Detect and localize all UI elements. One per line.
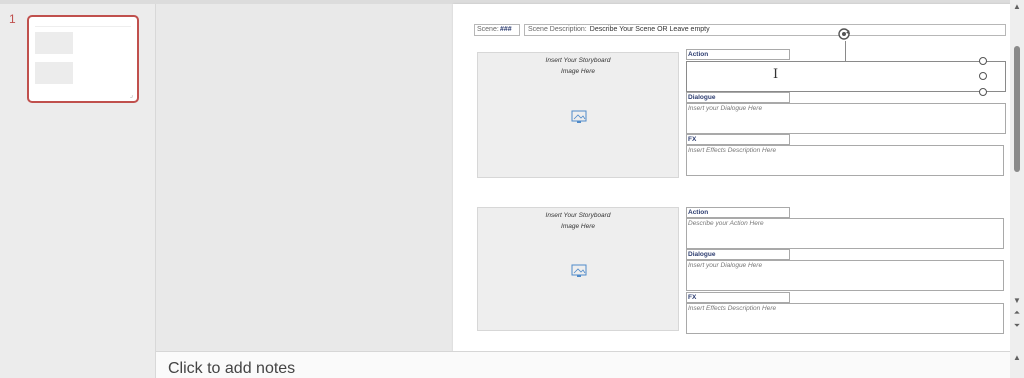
dialogue-label: Dialogue (686, 249, 790, 260)
previous-slide-icon[interactable]: ⏶ (1013, 309, 1021, 317)
thumbnail-resize-mark: ⌟ (129, 92, 133, 99)
text-cursor-icon: I (773, 67, 779, 82)
storyboard-image-placeholder[interactable]: Insert Your Storyboard Image Here (477, 207, 679, 331)
storyboard-image-placeholder[interactable]: Insert Your Storyboard Image Here (477, 52, 679, 178)
notes-scrollbar[interactable]: ▲ (1010, 351, 1024, 378)
action-field[interactable]: Describe your Action Here (686, 218, 1004, 249)
scene-label: Scene: (477, 26, 499, 33)
action-label: Action (686, 207, 790, 218)
slide-thumbnails-pane[interactable]: 1 ⌟ (0, 4, 156, 378)
fx-label: FX (686, 292, 790, 303)
picture-icon[interactable] (571, 110, 587, 124)
dialogue-label: Dialogue (686, 92, 790, 103)
notes-placeholder[interactable]: Click to add notes (168, 360, 295, 378)
scroll-up-icon[interactable]: ▲ (1013, 3, 1021, 11)
slide-number: 1 (9, 12, 16, 26)
resize-handle[interactable] (979, 57, 987, 65)
slide-editor-area[interactable]: Scene: ### Scene Description: Describe Yo… (157, 4, 1024, 355)
thumbnail-divider (35, 26, 131, 27)
notes-scroll-up-icon[interactable]: ▲ (1013, 353, 1021, 362)
scene-description-label: Scene Description: (528, 26, 587, 33)
notes-pane[interactable]: Click to add notes (156, 351, 1010, 378)
image-placeholder-text: Insert Your Storyboard Image Here (545, 57, 611, 75)
picture-icon[interactable] (571, 264, 587, 278)
scene-description-value: Describe Your Scene OR Leave empty (589, 26, 710, 33)
slide-thumbnail-1[interactable]: ⌟ (27, 15, 139, 103)
next-slide-icon[interactable]: ⏷ (1013, 322, 1021, 330)
dialogue-field[interactable]: Insert your Dialogue Here (686, 103, 1006, 134)
action-label: Action (686, 49, 790, 60)
action-field-selected[interactable] (686, 61, 1006, 92)
presentation-editor: 1 ⌟ Scene: ### Scene Description: Describ… (0, 0, 1024, 378)
rotate-handle-stem (845, 41, 846, 61)
resize-handle[interactable] (979, 88, 987, 96)
scene-number: ### (500, 26, 512, 33)
fx-field[interactable]: Insert Effects Description Here (686, 303, 1004, 334)
scrollbar-thumb[interactable] (1014, 46, 1020, 172)
thumbnail-image-placeholder (35, 62, 73, 84)
scene-description-box[interactable]: Scene Description: Describe Your Scene OR… (524, 24, 1006, 36)
resize-handle[interactable] (979, 72, 987, 80)
thumbnail-image-placeholder (35, 32, 73, 54)
scroll-down-icon[interactable]: ▼ (1013, 297, 1021, 305)
slide-canvas[interactable]: Scene: ### Scene Description: Describe Yo… (453, 4, 1024, 355)
vertical-scrollbar[interactable]: ▲ ▼ ⏶ ⏷ (1010, 0, 1024, 351)
dialogue-field[interactable]: Insert your Dialogue Here (686, 260, 1004, 291)
scene-number-box[interactable]: Scene: ### (474, 24, 520, 36)
fx-field[interactable]: Insert Effects Description Here (686, 145, 1004, 176)
image-placeholder-text: Insert Your Storyboard Image Here (545, 212, 611, 230)
fx-label: FX (686, 134, 790, 145)
rotate-handle-icon[interactable] (837, 27, 851, 41)
